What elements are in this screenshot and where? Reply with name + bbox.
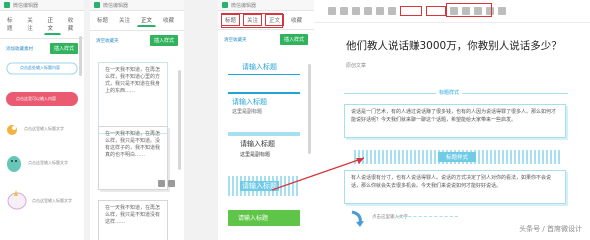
title-style-2-sub: 这里是副标题 (232, 109, 263, 115)
text-card[interactable]: 在一天我不知道，在再怎么样，我不知道心里的方式，我只是不知道在我身上的东西…… (98, 62, 168, 134)
author-line[interactable]: 原创文章 (346, 62, 366, 69)
editor-panel-1: 微信编辑器 标题 关注 正文 收藏 添加收藏素材 插入样式 点击此处输入标题内容… (0, 0, 84, 240)
edit-icon[interactable] (158, 180, 165, 187)
curved-arrow-icon (351, 210, 364, 227)
watermark-account: 首席微设计 (547, 225, 582, 233)
tab-favorites[interactable]: 收藏 (287, 14, 306, 26)
highlight-box-panel3-tabs (221, 13, 283, 28)
panel3-scrollbar[interactable] (308, 64, 311, 154)
window-title: 微信编辑器 (231, 2, 257, 9)
style-item-pink-button[interactable]: 点击这里可以输入内容 (6, 92, 78, 106)
insert-row: 清空收藏夹 插入样式 (218, 30, 314, 49)
style-item-character[interactable]: 点击这里输入标题文字 (4, 120, 80, 138)
bird-icon (7, 125, 17, 135)
title-style-3-text: 请输入标题 (240, 140, 275, 148)
panel1-scrollbar[interactable] (79, 36, 82, 76)
font-size-select[interactable] (400, 6, 422, 16)
add-favorite-link[interactable]: 添加收藏素材 (6, 46, 33, 52)
image-icon[interactable] (498, 7, 506, 15)
card-text: 在一天我不知道，在再怎么样，我只是不知道没有这样…… (105, 205, 161, 225)
underline-icon[interactable] (376, 7, 384, 15)
header-caption: 标题样式 (436, 89, 463, 96)
pink-button-label: 点击这里可以输入内容 (16, 96, 56, 101)
title-style-2[interactable]: 请输入标题 这里是副标题 (228, 92, 300, 122)
window-title: 微信编辑器 (13, 2, 39, 9)
title-style-5-text: 请输入标题 (238, 215, 269, 222)
title-style-5[interactable]: 请输入标题 (228, 210, 300, 226)
style-item-unicorn[interactable]: 点击这里输入标题文字 (4, 186, 80, 212)
italic-icon[interactable] (364, 7, 372, 15)
window-title-bar: 微信编辑器 (0, 0, 84, 11)
article-title[interactable]: 他们教人说话赚3000万，你教别人说话多少？ (346, 38, 562, 53)
insert-style-button[interactable]: 插入样式 (279, 34, 308, 45)
window-title-bar: 微信编辑器 (90, 0, 184, 11)
app-icon (4, 2, 10, 8)
bubble-caption: 点击此处输入标题内容 (20, 65, 60, 70)
insert-row: 添加收藏素材 插入样式 (0, 39, 84, 58)
app-icon (222, 2, 228, 8)
card-text: 在一天我不知道，在再怎么样，我只是不知道。没有这样子的，我不知道我真的也不明白…… (105, 131, 161, 158)
font-color-icon[interactable] (388, 7, 396, 15)
tab-favorites[interactable]: 收藏 (64, 14, 81, 35)
tab-title[interactable]: 标题 (3, 14, 20, 35)
body-text-box[interactable]: 说话是一门艺术，有的人通过说话赚了很多钱，也有的人因为说话得罪了很多人。那么如何… (344, 104, 566, 138)
insert-style-button[interactable]: 插入样式 (49, 43, 78, 54)
watermark: 头条号 / 首席微设计 (519, 224, 582, 234)
clear-favorites-link[interactable]: 清空收藏夹 (96, 38, 119, 44)
highlight-box-toolbar (446, 3, 492, 17)
tab-body[interactable]: 正文 (43, 14, 61, 35)
style-tabs: 标题 关注 正文 收藏 (90, 11, 184, 31)
tab-title[interactable]: 标题 (93, 14, 112, 27)
section-title: 标题样式 (438, 152, 477, 162)
title-style-2-text: 请输入标题 (232, 98, 267, 106)
tab-follow[interactable]: 关注 (23, 14, 40, 35)
body-text: 说话是一门艺术，有的人通过说话赚了很多钱，也有的人因为说话得罪了很多人。那么如何… (351, 109, 557, 123)
app-icon (94, 2, 100, 8)
line-height-select[interactable] (426, 6, 446, 16)
panel2-scrollbar[interactable] (178, 70, 181, 170)
divider (398, 216, 458, 217)
cat-caption: 点击这里输入标题文字 (28, 160, 68, 165)
cat-icon (7, 156, 21, 172)
editor-panel-2: 微信编辑器 标题 关注 正文 收藏 清空收藏夹 插入样式 在一天我不知道，在再怎… (90, 0, 184, 240)
unicorn-icon (7, 190, 27, 210)
style-item-bubble[interactable]: 点击此处输入标题内容 (6, 62, 78, 76)
style-item-cat[interactable]: 点击这里输入标题文字 (4, 150, 80, 174)
pointer-arrow (271, 157, 365, 191)
tab-follow[interactable]: 关注 (115, 14, 134, 27)
tab-body[interactable]: 正文 (137, 14, 157, 27)
delete-icon[interactable] (168, 180, 175, 187)
footer-caption: 点击这里输入文字 (372, 215, 408, 220)
style-tabs: 标题 关注 正文 收藏 (0, 11, 84, 39)
title-style-3-sub: 这里是副标题 (240, 152, 271, 158)
watermark-prefix: 头条号 / (519, 225, 547, 233)
insert-style-button[interactable]: 插入样式 (149, 35, 178, 46)
title-style-1[interactable]: 请输入标题 (228, 60, 300, 80)
text-card[interactable]: 在一天我不知道，在再怎么样，我只是不知道没有这样…… (98, 200, 168, 240)
bold-icon[interactable] (352, 7, 360, 15)
divider (228, 132, 300, 136)
tab-favorites[interactable]: 收藏 (159, 14, 178, 27)
header-caption-strip[interactable]: 标题样式 (344, 88, 568, 100)
undo-icon[interactable] (328, 7, 336, 15)
character-caption: 点击这里输入标题文字 (24, 126, 64, 131)
card-text: 在一天我不知道，在再怎么样，我不知道心里的方式，我只是不知道在我身上的东西…… (105, 67, 161, 94)
clear-favorites-link[interactable]: 清空收藏夹 (224, 37, 247, 43)
redo-icon[interactable] (340, 7, 348, 15)
divider (228, 74, 300, 75)
insert-row: 清空收藏夹 插入样式 (90, 31, 184, 50)
unicorn-caption: 点击这里输入标题文字 (32, 198, 72, 203)
divider (228, 92, 300, 94)
title-style-1-text: 请输入标题 (242, 63, 277, 71)
window-title-bar: 微信编辑器 (218, 0, 314, 11)
window-title: 微信编辑器 (103, 2, 129, 9)
